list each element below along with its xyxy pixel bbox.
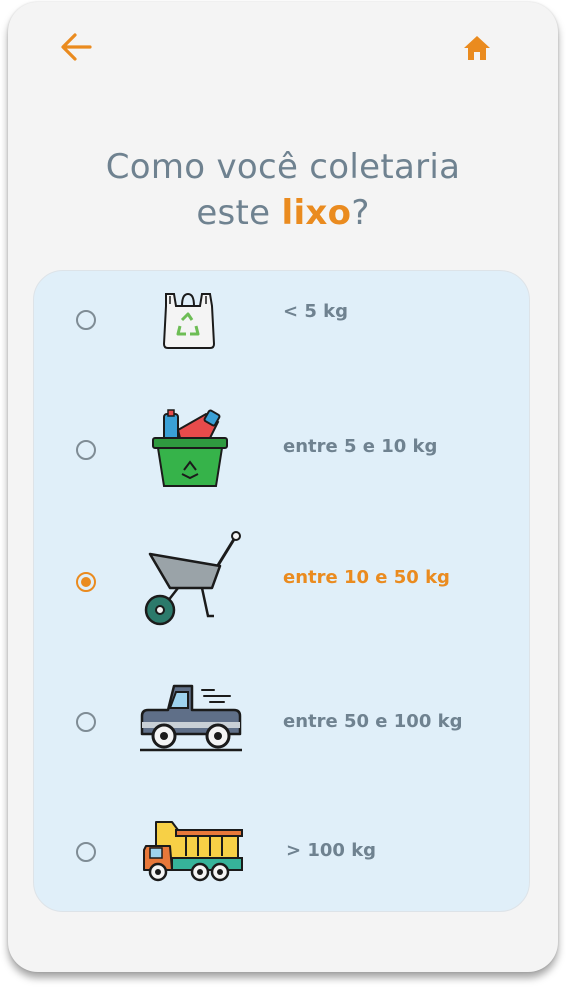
home-icon [464,36,490,60]
home-button[interactable] [458,32,498,66]
wheelbarrow-icon [144,531,241,626]
radio-button[interactable] [76,842,96,862]
option-label: entre 50 e 100 kg [283,711,463,732]
option-label: entre 10 e 50 kg [283,567,450,588]
option-less-5kg[interactable]: < 5 kg [0,268,566,378]
pickup-truck-icon [140,684,242,752]
option-label: > 100 kg [286,840,377,861]
option-50-100kg[interactable]: entre 50 e 100 kg [0,668,566,778]
recycling-basket-icon [152,409,228,487]
option-more-100kg[interactable]: > 100 kg [0,798,566,908]
radio-button[interactable] [76,712,96,732]
title-highlight: lixo [281,193,352,233]
option-10-50kg[interactable]: entre 10 e 50 kg [0,528,566,638]
option-label: < 5 kg [283,301,348,322]
arrow-left-icon [61,33,92,61]
dump-truck-icon [143,821,243,882]
title-line-2: este lixo? [0,190,566,236]
plastic-bag-icon [162,292,216,349]
title-prefix: este [196,193,282,233]
radio-button-selected[interactable] [76,572,96,592]
title-suffix: ? [351,193,370,233]
radio-button[interactable] [76,310,96,330]
radio-button[interactable] [76,440,96,460]
page-title: Como você coletaria este lixo? [0,144,566,236]
option-5-10kg[interactable]: entre 5 e 10 kg [0,398,566,508]
title-line-1: Como você coletaria [105,147,461,187]
option-label: entre 5 e 10 kg [283,436,438,457]
back-button[interactable] [56,30,96,64]
